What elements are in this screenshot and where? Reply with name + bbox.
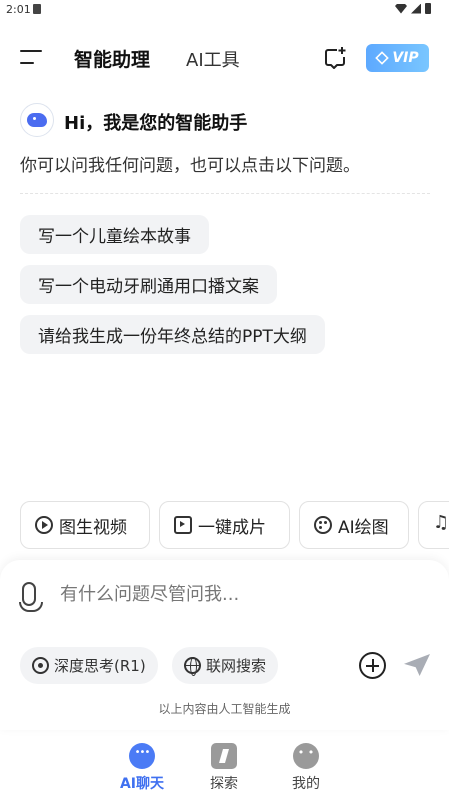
nav-ai-chat[interactable]: AI聊天	[112, 743, 172, 793]
compass-icon	[211, 743, 237, 769]
cell-signal-icon	[411, 3, 421, 14]
menu-icon[interactable]	[20, 48, 42, 66]
add-attachment-icon[interactable]	[359, 652, 386, 679]
status-time: 2:01	[6, 3, 31, 16]
tool-music[interactable]	[418, 501, 449, 549]
play-icon	[35, 516, 53, 534]
web-search-toggle[interactable]: 联网搜索	[172, 647, 279, 684]
bottom-nav: AI聊天 探索 我的	[0, 740, 449, 798]
globe-icon	[184, 657, 201, 676]
assistant-avatar	[20, 103, 54, 137]
vip-button[interactable]: VIP	[366, 44, 429, 72]
sim-card-icon	[33, 4, 41, 14]
suggestion-chip[interactable]: 请给我生成一份年终总结的PPT大纲	[20, 315, 325, 354]
status-icons	[395, 3, 431, 14]
battery-icon	[425, 3, 431, 14]
tool-image-to-video[interactable]: 图生视频	[20, 501, 150, 549]
video-clip-icon	[174, 516, 192, 534]
tool-label: AI绘图	[338, 517, 389, 538]
status-bar: 2:01	[0, 0, 449, 20]
tool-ai-drawing[interactable]: AI绘图	[299, 501, 409, 549]
whale-logo-icon	[27, 113, 47, 127]
send-icon[interactable]	[404, 654, 430, 676]
suggestion-chip[interactable]: 写一个电动牙刷通用口播文案	[20, 265, 277, 304]
nav-label: AI聊天	[119, 776, 165, 792]
tab-smart-assistant[interactable]: 智能助理	[74, 45, 150, 72]
wifi-icon	[395, 3, 407, 14]
palette-icon	[314, 516, 332, 534]
nav-mine[interactable]: 我的	[276, 743, 336, 793]
message-input[interactable]	[60, 578, 390, 610]
tool-one-click-video[interactable]: 一键成片	[159, 501, 290, 549]
header: 智能助理 AI工具 VIP	[0, 40, 449, 76]
tool-label: 图生视频	[59, 517, 127, 538]
chat-bubble-icon	[129, 743, 155, 769]
suggestion-chip[interactable]: 写一个儿童绘本故事	[20, 215, 209, 254]
atom-icon	[32, 657, 49, 674]
deep-think-toggle[interactable]: 深度思考(R1)	[20, 647, 158, 684]
divider	[20, 193, 430, 194]
tool-bar: 图生视频 一键成片 AI绘图	[20, 501, 449, 549]
tab-ai-tools[interactable]: AI工具	[186, 46, 240, 72]
new-chat-icon[interactable]	[323, 46, 347, 70]
web-search-label: 联网搜索	[206, 657, 267, 675]
microphone-icon[interactable]	[19, 582, 43, 612]
input-panel: 深度思考(R1) 联网搜索 以上内容由人工智能生成	[0, 560, 449, 730]
nav-explore[interactable]: 探索	[194, 743, 254, 793]
ai-disclaimer: 以上内容由人工智能生成	[158, 702, 291, 716]
music-note-icon	[433, 512, 449, 534]
diamond-icon	[375, 51, 390, 65]
nav-label: 我的	[292, 776, 320, 792]
tool-label: 一键成片	[198, 517, 266, 538]
vip-label: VIP	[392, 50, 419, 66]
greeting-title: Hi，我是您的智能助手	[64, 113, 248, 134]
nav-label: 探索	[210, 776, 238, 792]
greeting-subtitle: 你可以问我任何问题，也可以点击以下问题。	[20, 156, 360, 176]
deep-think-label: 深度思考(R1)	[54, 657, 146, 675]
profile-face-icon	[293, 743, 319, 769]
